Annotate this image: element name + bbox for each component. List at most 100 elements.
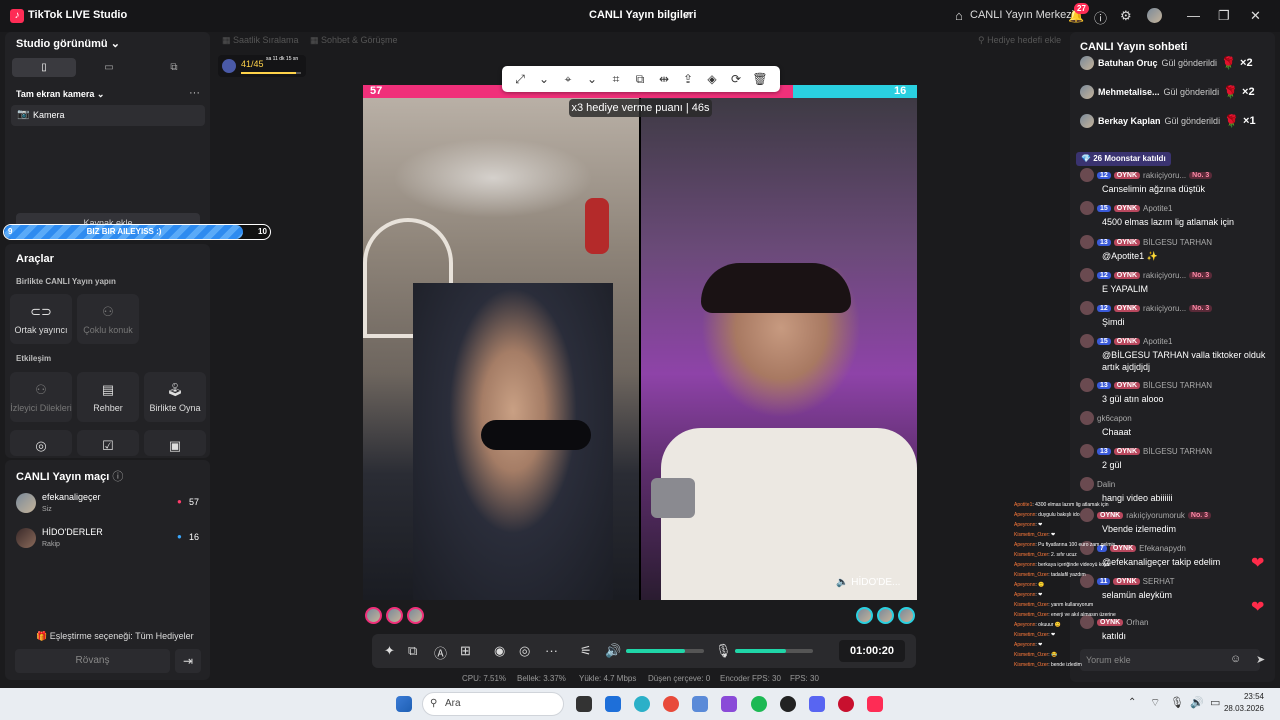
rotate-icon[interactable]: ⟳ bbox=[724, 72, 748, 86]
multi-view-button[interactable]: ⧉ bbox=[142, 58, 206, 77]
avatar[interactable] bbox=[877, 607, 894, 624]
chat-username[interactable]: BİLGESU TARHAN bbox=[1143, 381, 1212, 390]
chat-username[interactable]: Apotite1 bbox=[1143, 337, 1172, 346]
chat-username[interactable]: BİLGESU TARHAN bbox=[1143, 447, 1212, 456]
close-button[interactable]: ✕ bbox=[1250, 8, 1261, 24]
trash-icon[interactable]: 🗑 bbox=[748, 72, 772, 86]
chat-username[interactable]: BİLGESU TARHAN bbox=[1143, 238, 1212, 247]
avatar[interactable] bbox=[1080, 168, 1094, 182]
avatar[interactable] bbox=[1147, 8, 1162, 23]
upload-icon[interactable]: ⇪ bbox=[676, 72, 700, 86]
discord-icon[interactable] bbox=[809, 696, 825, 712]
avatar[interactable] bbox=[1080, 411, 1094, 425]
avatar[interactable] bbox=[1080, 444, 1094, 458]
avatar[interactable] bbox=[898, 607, 915, 624]
live-preview[interactable]: 57 16 🔈 HİDO'DE... bbox=[363, 85, 917, 600]
minimize-button[interactable]: — bbox=[1187, 8, 1200, 23]
avatar[interactable] bbox=[856, 607, 873, 624]
gear-icon[interactable]: ⚙ bbox=[1120, 8, 1132, 24]
copy-icon[interactable]: ⧉ bbox=[628, 72, 652, 87]
fit-icon[interactable]: ⤢ bbox=[508, 72, 532, 87]
landscape-view-button[interactable]: ▭ bbox=[77, 58, 141, 77]
more-icon[interactable]: ··· bbox=[545, 643, 558, 658]
play-together-button[interactable]: 🕹 Birlikte Oyna bbox=[144, 372, 206, 422]
share-icon[interactable]: ↗ bbox=[682, 8, 692, 22]
avatar[interactable] bbox=[1080, 378, 1094, 392]
portrait-view-button[interactable]: ▯ bbox=[12, 58, 76, 77]
add-media-icon[interactable]: ⊞ bbox=[460, 643, 471, 659]
chat-username[interactable]: Apotite1 bbox=[1143, 204, 1172, 213]
co-host-button[interactable]: ⊂⊃ Ortak yayıncı bbox=[10, 294, 72, 344]
avatar[interactable] bbox=[386, 607, 403, 624]
avatar[interactable] bbox=[407, 607, 424, 624]
volume-slider[interactable] bbox=[626, 649, 704, 653]
avatar[interactable] bbox=[1080, 268, 1094, 282]
position-icon[interactable]: ⌖ bbox=[556, 72, 580, 87]
copilot-icon[interactable] bbox=[721, 696, 737, 712]
clock-date[interactable]: 28.03.2026 bbox=[1222, 704, 1264, 713]
camera-source-item[interactable]: 📷 Kamera bbox=[11, 105, 205, 126]
screen-share-icon[interactable]: ⧉ bbox=[408, 643, 417, 659]
avatar[interactable] bbox=[1080, 301, 1094, 315]
mic-icon[interactable]: 🎙 bbox=[1170, 696, 1184, 709]
live-center-link[interactable]: CANLI Yayın Merkezi bbox=[970, 9, 1074, 21]
help-icon[interactable]: ⓘ bbox=[112, 471, 123, 483]
ai-icon[interactable]: Ⓐ bbox=[434, 643, 447, 662]
app-icon[interactable] bbox=[838, 696, 854, 712]
app-icon[interactable] bbox=[692, 696, 708, 712]
gift-goal-tab[interactable]: ⚲ Hediye hedefi ekle bbox=[978, 35, 1061, 46]
chat-username[interactable]: rakıiçiyoru... bbox=[1143, 304, 1186, 313]
avatar[interactable] bbox=[1080, 235, 1094, 249]
send-icon[interactable]: ➤ bbox=[1256, 653, 1265, 666]
emoji-icon[interactable]: ☺ bbox=[1230, 653, 1241, 665]
magic-wand-icon[interactable]: ✦ bbox=[384, 643, 395, 659]
chat-username[interactable]: Dalin bbox=[1097, 480, 1115, 489]
chevron-up-icon[interactable]: ⌃ bbox=[1128, 697, 1136, 708]
task-view-icon[interactable] bbox=[576, 696, 592, 712]
layers-icon[interactable]: ◈ bbox=[700, 72, 724, 86]
spotify-icon[interactable] bbox=[751, 696, 767, 712]
outlook-icon[interactable] bbox=[605, 696, 621, 712]
wifi-icon[interactable]: ⌔ bbox=[1150, 696, 1160, 710]
match-option[interactable]: 🎁 Eşleştirme seçeneği: Tüm Hediyeler bbox=[36, 631, 194, 642]
record-icon[interactable]: ◉ bbox=[494, 643, 505, 659]
guide-button[interactable]: ▤ Rehber bbox=[77, 372, 139, 422]
camera-scene-dropdown[interactable]: Tam ekran kamera ⌄ bbox=[16, 89, 104, 100]
app-icon[interactable] bbox=[780, 696, 796, 712]
rematch-button[interactable]: Rövanş bbox=[15, 649, 170, 673]
mic-icon[interactable]: 🎙 bbox=[715, 643, 732, 659]
speaker-icon[interactable]: 🔊 bbox=[1190, 696, 1204, 709]
chat-username[interactable]: gk6capon bbox=[1097, 414, 1132, 423]
avatar[interactable] bbox=[365, 607, 382, 624]
live-info-title[interactable]: CANLI Yayın bilgileri bbox=[589, 9, 696, 21]
windows-start-icon[interactable] bbox=[396, 696, 412, 712]
edge-icon[interactable] bbox=[634, 696, 650, 712]
tiktok-icon[interactable] bbox=[867, 696, 883, 712]
crop-icon[interactable]: ⌗ bbox=[604, 72, 628, 87]
studio-view-dropdown[interactable]: Studio görünümü ⌄ bbox=[16, 37, 120, 50]
clock-time[interactable]: 23:54 bbox=[1232, 692, 1264, 701]
home-icon[interactable]: ⌂ bbox=[955, 8, 963, 23]
tool-tile-5[interactable]: ☑ bbox=[77, 430, 139, 456]
camera-switch-icon[interactable]: ◎ bbox=[519, 643, 530, 659]
chat-username[interactable]: rakıiçiyoru... bbox=[1143, 271, 1186, 280]
battery-icon[interactable]: ▭ bbox=[1210, 696, 1220, 709]
avatar[interactable] bbox=[1080, 334, 1094, 348]
taskbar-search[interactable]: Ara bbox=[422, 692, 564, 716]
avatar[interactable] bbox=[1080, 477, 1094, 491]
exit-match-icon[interactable]: ⇥ bbox=[175, 649, 201, 673]
equalizer-icon[interactable]: ⚟ bbox=[580, 643, 592, 659]
hourly-ranking-tab[interactable]: ▦ Saatlik Sıralama bbox=[222, 35, 299, 46]
chevron-down-icon[interactable]: ⌄ bbox=[580, 72, 604, 86]
viewer-requests-button[interactable]: ⚇ İzleyici Dilekleri bbox=[10, 372, 72, 422]
avatar[interactable] bbox=[1080, 201, 1094, 215]
chevron-down-icon[interactable]: ⌄ bbox=[532, 72, 556, 86]
maximize-button[interactable]: ❐ bbox=[1218, 8, 1230, 24]
mic-slider[interactable] bbox=[735, 649, 813, 653]
chat-meet-tab[interactable]: ▦ Sohbet & Görüşme bbox=[310, 35, 398, 46]
chat-username[interactable]: rakıiçiyoru... bbox=[1143, 171, 1186, 180]
flip-icon[interactable]: ⇹ bbox=[652, 72, 676, 86]
chrome-icon[interactable] bbox=[663, 696, 679, 712]
tool-tile-6[interactable]: ▣ bbox=[144, 430, 206, 456]
help-icon[interactable]: ⓘ bbox=[1094, 8, 1107, 27]
